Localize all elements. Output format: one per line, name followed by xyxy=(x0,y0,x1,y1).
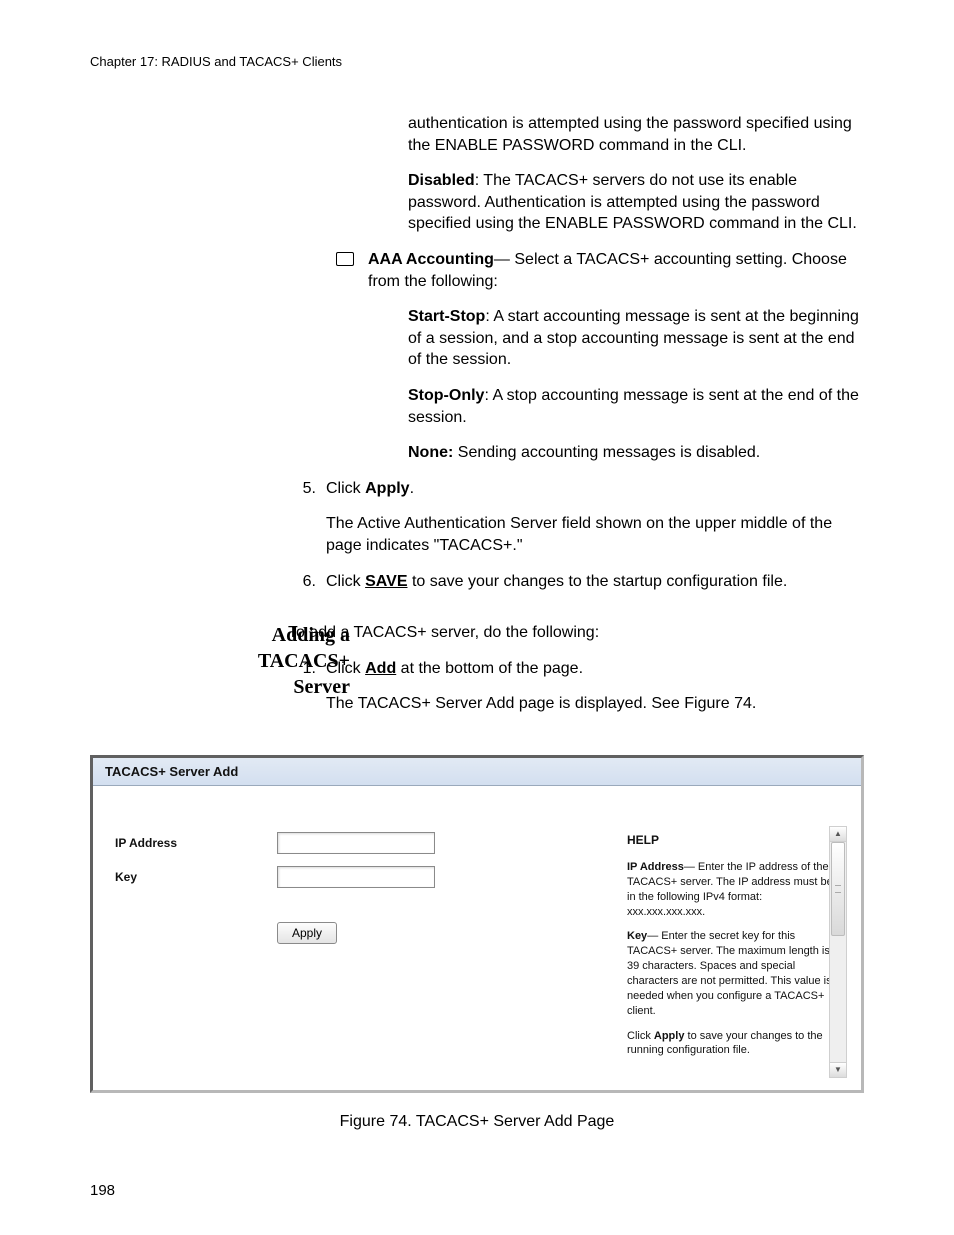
help-heading: HELP xyxy=(627,832,837,848)
help-key-label: Key xyxy=(627,930,647,942)
heading-line: Adding a xyxy=(272,624,350,646)
heading-line: Server xyxy=(293,676,350,698)
figure-caption: Figure 74. TACACS+ Server Add Page xyxy=(90,1113,864,1131)
option-label-startstop: Start-Stop xyxy=(408,308,485,325)
page-number: 198 xyxy=(90,1182,115,1199)
help-panel: HELP IP Address— Enter the IP address of… xyxy=(627,832,843,1058)
step-number: 5. xyxy=(288,478,316,500)
help-ip-label: IP Address xyxy=(627,861,684,873)
option-text: Sending accounting messages is disabled. xyxy=(453,444,760,461)
text: . xyxy=(410,480,414,497)
apply-keyword: Apply xyxy=(365,480,409,497)
scroll-down-icon[interactable]: ▼ xyxy=(830,1062,846,1077)
dialog-title: TACACS+ Server Add xyxy=(93,758,861,786)
save-link[interactable]: SAVE xyxy=(365,573,407,590)
option-label-none: None: xyxy=(408,444,453,461)
option-text: : The TACACS+ servers do not use its ena… xyxy=(408,172,857,232)
apply-button[interactable]: Apply xyxy=(277,922,337,944)
text: Click xyxy=(627,1030,654,1042)
screenshot-panel: TACACS+ Server Add IP Address Key Apply xyxy=(90,755,864,1093)
scroll-thumb[interactable] xyxy=(831,842,845,936)
paragraph: Disabled: The TACACS+ servers do not use… xyxy=(408,170,864,235)
option-label-stoponly: Stop-Only xyxy=(408,387,484,404)
ip-address-label: IP Address xyxy=(115,836,277,850)
text: at the bottom of the page. xyxy=(396,660,583,677)
step-text: Click SAVE to save your changes to the s… xyxy=(326,571,864,593)
key-input[interactable] xyxy=(277,866,435,888)
chapter-header: Chapter 17: RADIUS and TACACS+ Clients xyxy=(90,54,864,69)
text: Click xyxy=(326,573,365,590)
add-link[interactable]: Add xyxy=(365,660,396,677)
bullet-icon xyxy=(336,252,354,266)
key-label: Key xyxy=(115,870,277,884)
help-apply-label: Apply xyxy=(654,1030,685,1042)
text: Click xyxy=(326,480,365,497)
ip-address-input[interactable] xyxy=(277,832,435,854)
paragraph: The TACACS+ Server Add page is displayed… xyxy=(326,693,864,715)
paragraph: Start-Stop: A start accounting message i… xyxy=(408,306,864,371)
help-text: IP Address— Enter the IP address of the … xyxy=(627,860,837,919)
paragraph: None: Sending accounting messages is dis… xyxy=(408,442,864,464)
section-heading: Adding a TACACS+ Server xyxy=(174,622,350,700)
option-label-disabled: Disabled xyxy=(408,172,475,189)
bullet-text: AAA Accounting— Select a TACACS+ account… xyxy=(368,249,864,292)
paragraph: Stop-Only: A stop accounting message is … xyxy=(408,385,864,428)
scroll-up-icon[interactable]: ▲ xyxy=(830,827,846,842)
paragraph: The Active Authentication Server field s… xyxy=(326,513,864,556)
step-text: Click Apply. xyxy=(326,478,864,500)
text: to save your changes to the startup conf… xyxy=(408,573,788,590)
help-text: Click Apply to save your changes to the … xyxy=(627,1029,837,1059)
paragraph: To add a TACACS+ server, do the followin… xyxy=(288,622,864,644)
scrollbar[interactable]: ▲ ▼ xyxy=(829,826,847,1078)
heading-line: TACACS+ xyxy=(258,650,350,672)
text: — Enter the secret key for this TACACS+ … xyxy=(627,930,832,1016)
paragraph: authentication is attempted using the pa… xyxy=(408,113,864,156)
step-number: 6. xyxy=(288,571,316,593)
help-text: Key— Enter the secret key for this TACAC… xyxy=(627,929,837,1018)
step-text: Click Add at the bottom of the page. xyxy=(326,658,864,680)
option-label-aaa: AAA Accounting xyxy=(368,251,494,268)
